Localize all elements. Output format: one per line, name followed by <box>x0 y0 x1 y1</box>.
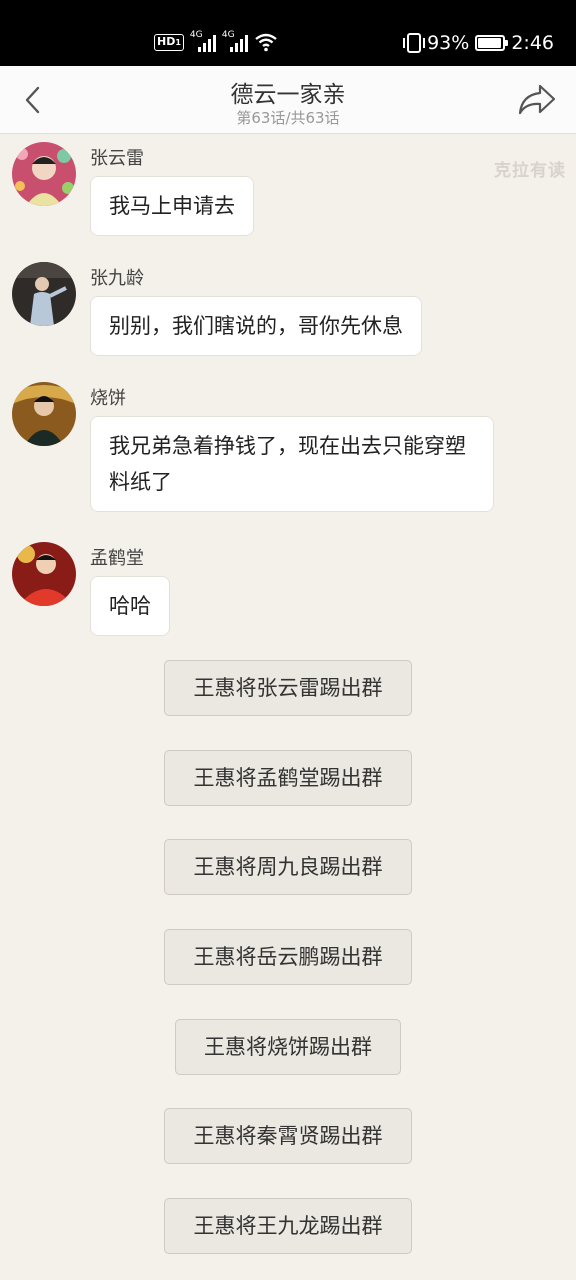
signal-icon: 4G <box>190 30 216 52</box>
avatar[interactable] <box>12 542 76 606</box>
chat-message: 烧饼 我兄弟急着挣钱了，现在出去只能穿塑料纸了 <box>0 382 576 512</box>
status-icons-right: 93% 2:46 <box>403 30 554 56</box>
chapter-indicator: 第63话/共63话 <box>236 109 340 127</box>
wifi-icon <box>255 33 277 52</box>
system-notice: 王惠将烧饼踢出群 <box>175 1019 401 1075</box>
battery-icon <box>475 35 509 51</box>
system-notice: 王惠将岳云鹏踢出群 <box>164 929 412 985</box>
battery-percent: 93% <box>427 32 470 54</box>
system-notice: 王惠将孟鹤堂踢出群 <box>164 750 412 806</box>
share-button[interactable] <box>516 80 558 120</box>
chat-message: 孟鹤堂 哈哈 <box>0 542 576 636</box>
nav-bar: 德云一家亲 第63话/共63话 <box>0 66 576 134</box>
sender-name: 张云雷 <box>90 148 144 169</box>
sender-name: 张九龄 <box>90 268 144 289</box>
clock: 2:46 <box>511 32 554 54</box>
avatar[interactable] <box>12 142 76 206</box>
chat-message: 张九龄 别别，我们瞎说的，哥你先休息 <box>0 262 576 356</box>
status-bar: HD1 4G 4G 93% 2:46 <box>0 0 576 66</box>
system-notice: 王惠将张云雷踢出群 <box>164 660 412 716</box>
signal-icon-2: 4G <box>222 30 248 52</box>
message-bubble[interactable]: 哈哈 <box>90 576 170 636</box>
message-bubble[interactable]: 我马上申请去 <box>90 176 254 236</box>
system-notice: 王惠将王九龙踢出群 <box>164 1198 412 1254</box>
hd-badge: HD1 <box>154 33 184 51</box>
status-icons-left: HD1 4G 4G <box>154 30 278 54</box>
system-notice: 王惠将周九良踢出群 <box>164 839 412 895</box>
share-arrow-icon <box>518 84 556 115</box>
message-bubble[interactable]: 我兄弟急着挣钱了，现在出去只能穿塑料纸了 <box>90 416 494 512</box>
page-title: 德云一家亲 <box>230 82 346 108</box>
avatar[interactable] <box>12 262 76 326</box>
sender-name: 烧饼 <box>90 388 126 409</box>
chat-message: 张云雷 我马上申请去 <box>0 142 576 236</box>
avatar[interactable] <box>12 382 76 446</box>
system-notice: 王惠将秦霄贤踢出群 <box>164 1108 412 1164</box>
vibrate-icon <box>403 33 426 53</box>
sender-name: 孟鹤堂 <box>90 548 144 569</box>
message-bubble[interactable]: 别别，我们瞎说的，哥你先休息 <box>90 296 422 356</box>
